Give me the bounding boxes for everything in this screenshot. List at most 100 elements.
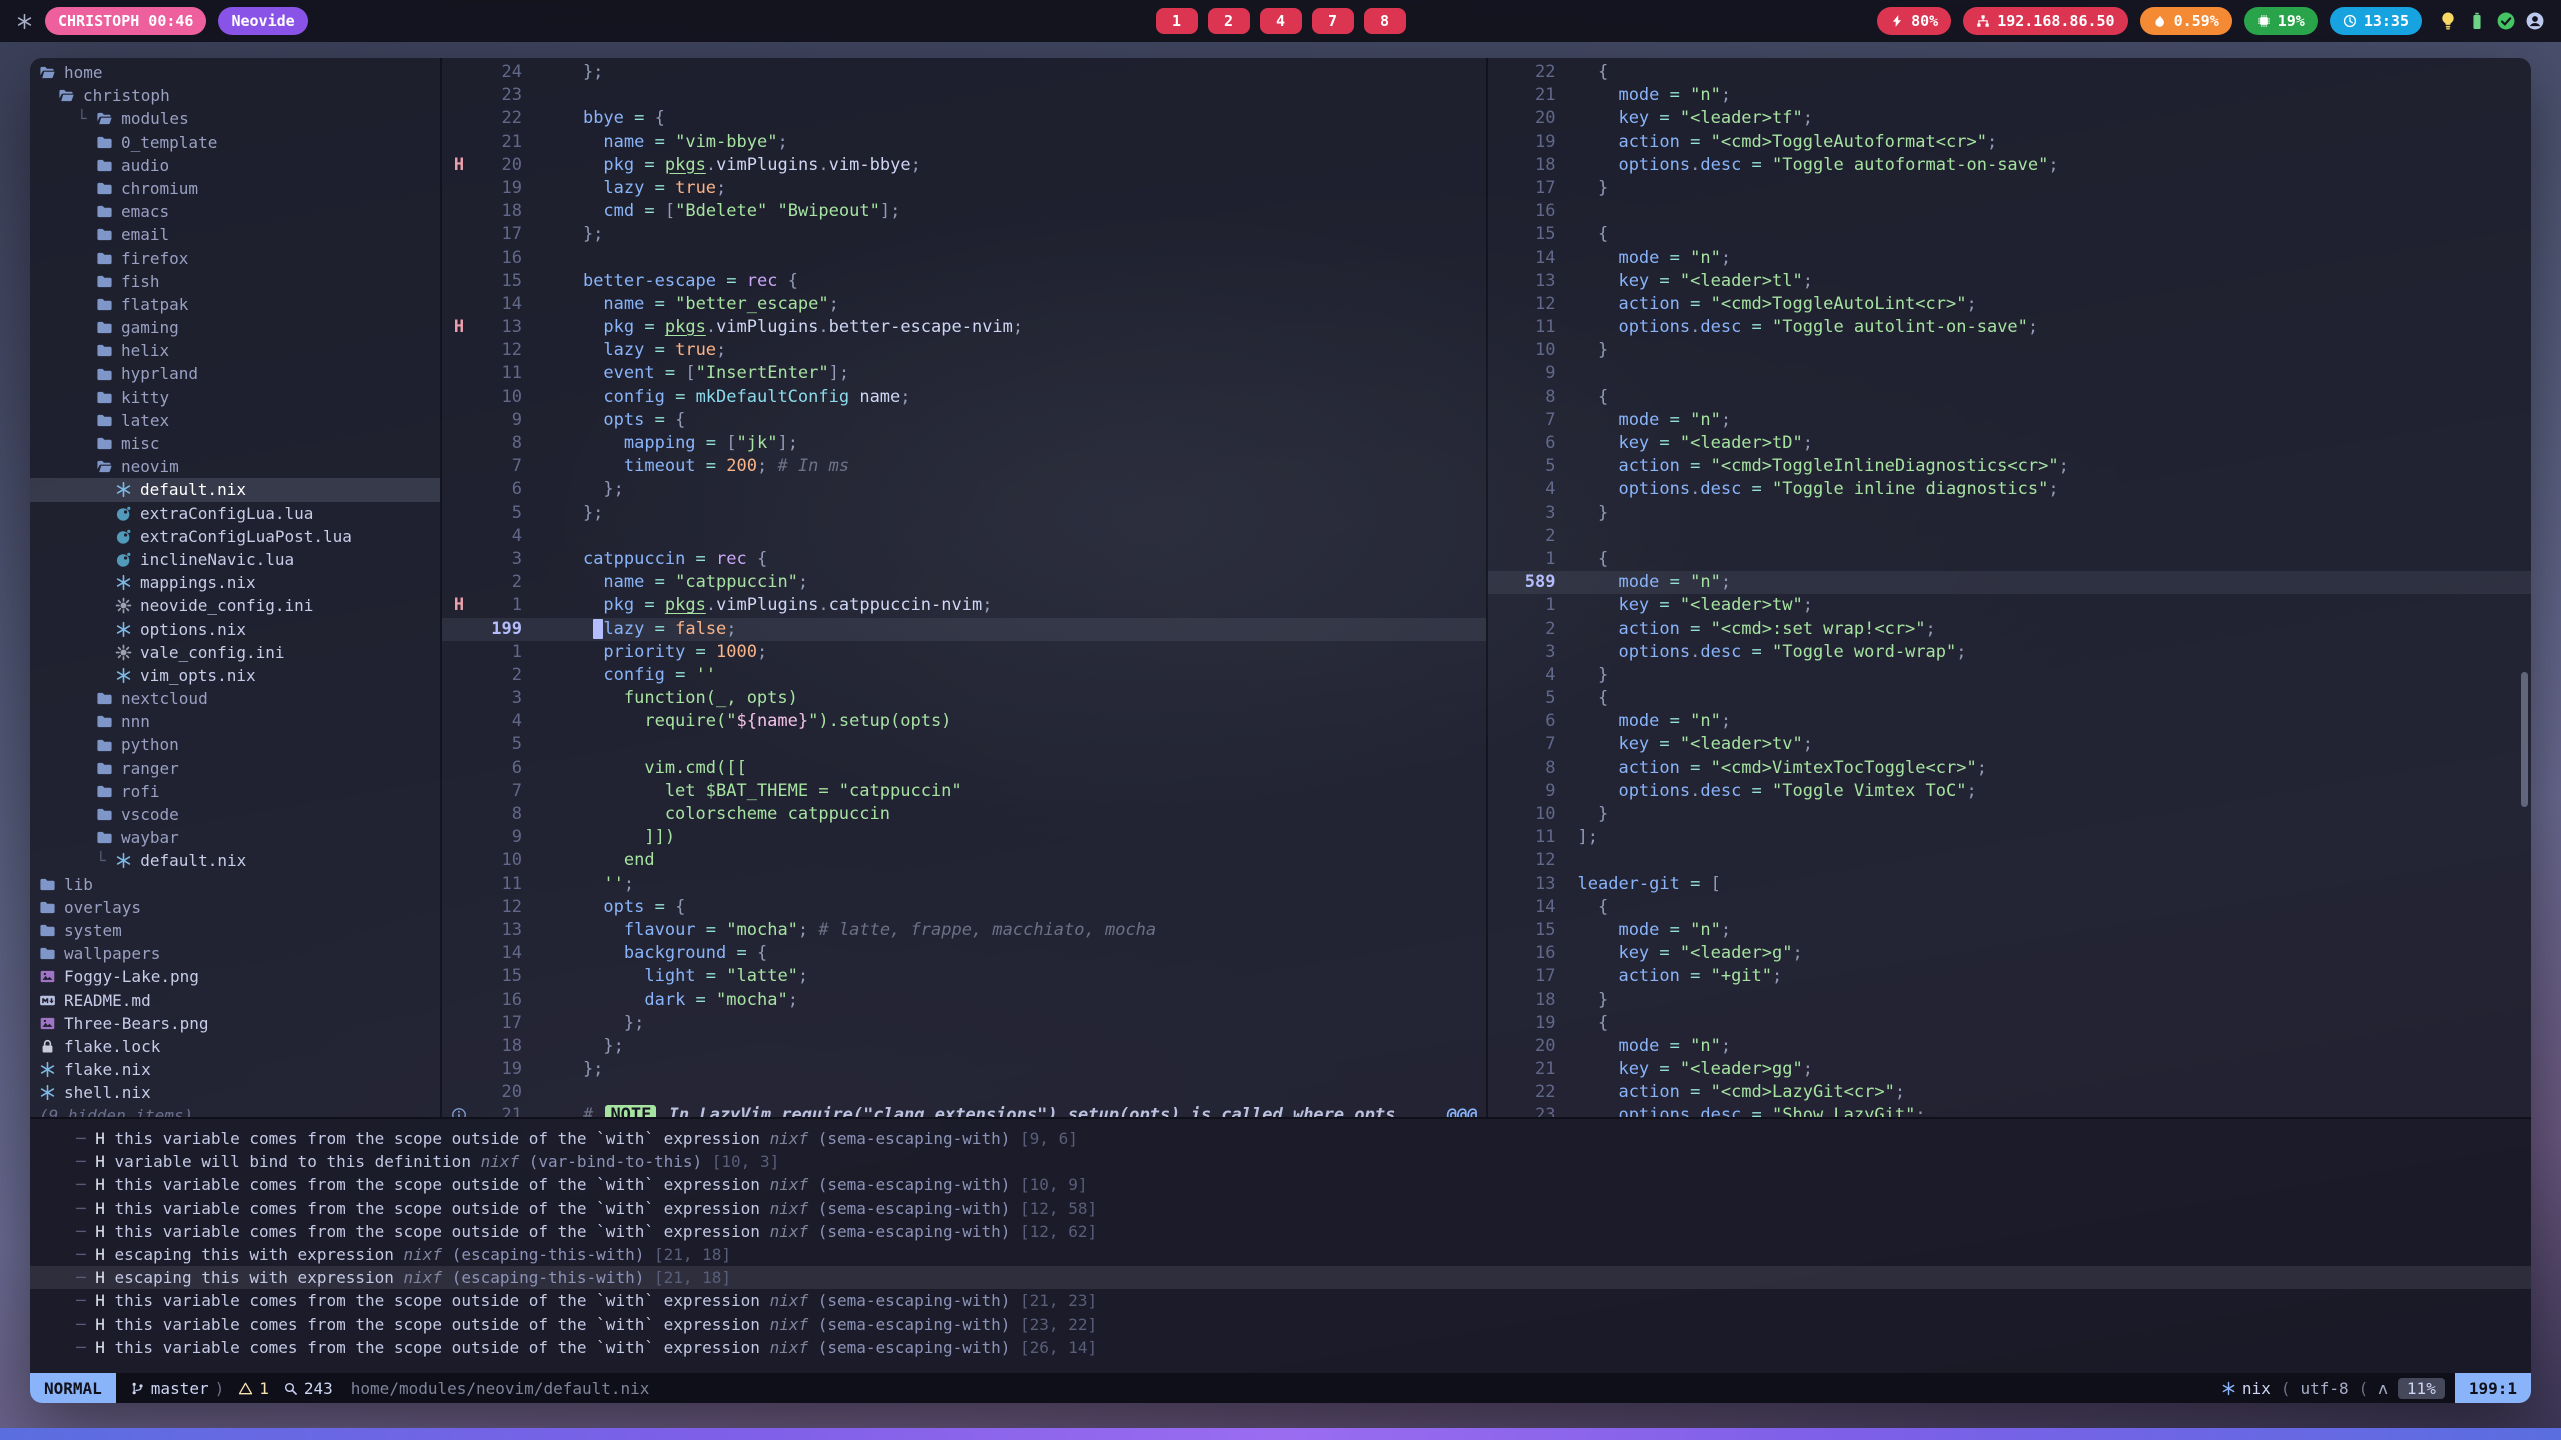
code-line[interactable]: 7 key = "<leader>tv"; bbox=[1488, 733, 2532, 756]
diagnostic-row[interactable]: ─ H this variable comes from the scope o… bbox=[30, 1127, 2531, 1150]
file-explorer[interactable]: homechristoph└ modules0_templateaudiochr… bbox=[30, 58, 440, 1117]
tree-item[interactable]: └ default.nix bbox=[30, 849, 440, 872]
editor-pane-right[interactable]: 22 {21 mode = "n";20 key = "<leader>tf";… bbox=[1486, 58, 2532, 1117]
code-line[interactable]: 15 mode = "n"; bbox=[1488, 919, 2532, 942]
diagnostic-row[interactable]: ─ H this variable comes from the scope o… bbox=[30, 1220, 2531, 1243]
code-line[interactable]: 4 } bbox=[1488, 664, 2532, 687]
code-line[interactable]: 6 }; bbox=[442, 478, 1486, 501]
tree-item[interactable]: └ modules bbox=[30, 107, 440, 130]
code-line[interactable]: 21 mode = "n"; bbox=[1488, 84, 2532, 107]
code-line[interactable]: 10 } bbox=[1488, 339, 2532, 362]
tree-item[interactable]: shell.nix bbox=[30, 1081, 440, 1104]
code-line[interactable]: 17 }; bbox=[442, 1012, 1486, 1035]
code-line[interactable]: 12 opts = { bbox=[442, 896, 1486, 919]
code-line[interactable]: 7 timeout = 200; # In ms bbox=[442, 455, 1486, 478]
tray-battery-icon[interactable] bbox=[2467, 11, 2487, 31]
code-line[interactable]: 2 bbox=[1488, 525, 2532, 548]
tree-item[interactable]: 0_template bbox=[30, 131, 440, 154]
code-line[interactable]: 16 bbox=[1488, 200, 2532, 223]
tree-item[interactable]: flake.nix bbox=[30, 1058, 440, 1081]
code-line[interactable]: 9 options.desc = "Toggle Vimtex ToC"; bbox=[1488, 780, 2532, 803]
code-line[interactable]: 6 mode = "n"; bbox=[1488, 710, 2532, 733]
diagnostic-row[interactable]: ─ H this variable comes from the scope o… bbox=[30, 1336, 2531, 1359]
code-line[interactable]: 5 action = "<cmd>ToggleInlineDiagnostics… bbox=[1488, 455, 2532, 478]
tree-item[interactable]: vim_opts.nix bbox=[30, 664, 440, 687]
tree-item[interactable]: nextcloud bbox=[30, 687, 440, 710]
code-line[interactable]: 19 { bbox=[1488, 1012, 2532, 1035]
code-line[interactable]: 11 options.desc = "Toggle autolint-on-sa… bbox=[1488, 316, 2532, 339]
tree-item[interactable]: wallpapers bbox=[30, 942, 440, 965]
tree-item[interactable]: extraConfigLua.lua bbox=[30, 502, 440, 525]
tree-item[interactable]: christoph bbox=[30, 84, 440, 107]
diagnostic-row[interactable]: ─ H this variable comes from the scope o… bbox=[30, 1313, 2531, 1336]
code-line[interactable]: 24 }; bbox=[442, 61, 1486, 84]
code-line[interactable]: 3 } bbox=[1488, 502, 2532, 525]
code-line[interactable]: 12 bbox=[1488, 849, 2532, 872]
tree-item[interactable]: README.md bbox=[30, 989, 440, 1012]
code-line[interactable]: 589 mode = "n"; bbox=[1488, 571, 2532, 594]
code-line[interactable]: 3 options.desc = "Toggle word-wrap"; bbox=[1488, 641, 2532, 664]
code-line[interactable]: 2 config = '' bbox=[442, 664, 1486, 687]
code-line[interactable]: 21 name = "vim-bbye"; bbox=[442, 131, 1486, 154]
code-line[interactable]: 14 name = "better_escape"; bbox=[442, 293, 1486, 316]
tree-item[interactable]: hyprland bbox=[30, 362, 440, 385]
code-line[interactable]: 5 }; bbox=[442, 502, 1486, 525]
code-line[interactable]: 15 light = "latte"; bbox=[442, 965, 1486, 988]
code-line[interactable]: 4 bbox=[442, 525, 1486, 548]
tree-item[interactable]: waybar bbox=[30, 826, 440, 849]
workspace-button[interactable]: 7 bbox=[1312, 8, 1354, 34]
code-line[interactable]: 6 vim.cmd([[ bbox=[442, 757, 1486, 780]
user-session-badge[interactable]: CHRISTOPH 00:46 bbox=[45, 7, 206, 35]
code-line[interactable]: 17 }; bbox=[442, 223, 1486, 246]
diagnostic-row[interactable]: ─ H variable will bind to this definitio… bbox=[30, 1150, 2531, 1173]
tree-item[interactable]: nnn bbox=[30, 710, 440, 733]
diagnostic-row[interactable]: ─ H this variable comes from the scope o… bbox=[30, 1197, 2531, 1220]
tree-item[interactable]: python bbox=[30, 733, 440, 756]
code-line[interactable]: 14 background = { bbox=[442, 942, 1486, 965]
tree-item[interactable]: overlays bbox=[30, 896, 440, 919]
code-line[interactable]: H13 pkg = pkgs.vimPlugins.better-escape-… bbox=[442, 316, 1486, 339]
tree-item[interactable]: system bbox=[30, 919, 440, 942]
tree-item[interactable]: default.nix bbox=[30, 478, 440, 501]
code-line[interactable]: 16 dark = "mocha"; bbox=[442, 989, 1486, 1012]
code-line[interactable]: 17 } bbox=[1488, 177, 2532, 200]
status-pill-chip[interactable]: 19% bbox=[2244, 7, 2318, 35]
tree-item[interactable]: options.nix bbox=[30, 618, 440, 641]
code-line[interactable]: 23 options.desc = "Show LazyGit"; bbox=[1488, 1104, 2532, 1117]
workspace-button[interactable]: 2 bbox=[1208, 8, 1250, 34]
tree-item[interactable]: extraConfigLuaPost.lua bbox=[30, 525, 440, 548]
tray-user-icon[interactable] bbox=[2525, 11, 2545, 31]
code-line[interactable]: 20 key = "<leader>tf"; bbox=[1488, 107, 2532, 130]
code-line[interactable]: 19 }; bbox=[442, 1058, 1486, 1081]
tray-bulb-icon[interactable] bbox=[2438, 11, 2458, 31]
tree-item[interactable]: audio bbox=[30, 154, 440, 177]
code-line[interactable]: 22 bbye = { bbox=[442, 107, 1486, 130]
code-line[interactable]: 3 catppuccin = rec { bbox=[442, 548, 1486, 571]
diagnostics-panel[interactable]: ─ H this variable comes from the scope o… bbox=[30, 1117, 2531, 1373]
code-line[interactable]: 17 action = "+git"; bbox=[1488, 965, 2532, 988]
tree-item[interactable]: inclineNavic.lua bbox=[30, 548, 440, 571]
code-line[interactable]: 5 { bbox=[1488, 687, 2532, 710]
code-line[interactable]: 199 lazy = false; bbox=[442, 618, 1486, 641]
code-line[interactable]: 13leader-git = [ bbox=[1488, 873, 2532, 896]
code-line[interactable]: 7 mode = "n"; bbox=[1488, 409, 2532, 432]
workspace-button[interactable]: 8 bbox=[1364, 8, 1406, 34]
code-line[interactable]: 4 require("${name}").setup(opts) bbox=[442, 710, 1486, 733]
code-line[interactable]: 10 } bbox=[1488, 803, 2532, 826]
workspace-button[interactable]: 4 bbox=[1260, 8, 1302, 34]
workspace-button[interactable]: 1 bbox=[1156, 8, 1198, 34]
diagnostic-warning-count[interactable]: 1 bbox=[238, 1379, 269, 1398]
code-line[interactable]: 18 }; bbox=[442, 1035, 1486, 1058]
tree-item[interactable]: rofi bbox=[30, 780, 440, 803]
code-line[interactable]: 2 name = "catppuccin"; bbox=[442, 571, 1486, 594]
tree-item[interactable]: lib bbox=[30, 873, 440, 896]
tree-item[interactable]: flatpak bbox=[30, 293, 440, 316]
code-line[interactable]: 5 bbox=[442, 733, 1486, 756]
code-line[interactable]: 8 colorscheme catppuccin bbox=[442, 803, 1486, 826]
tree-item[interactable]: neovim bbox=[30, 455, 440, 478]
code-line[interactable]: 15 better-escape = rec { bbox=[442, 270, 1486, 293]
code-line[interactable]: 11]; bbox=[1488, 826, 2532, 849]
code-line[interactable]: 9 opts = { bbox=[442, 409, 1486, 432]
code-line[interactable]: 9 ]]) bbox=[442, 826, 1486, 849]
code-line[interactable]: 13 key = "<leader>tl"; bbox=[1488, 270, 2532, 293]
